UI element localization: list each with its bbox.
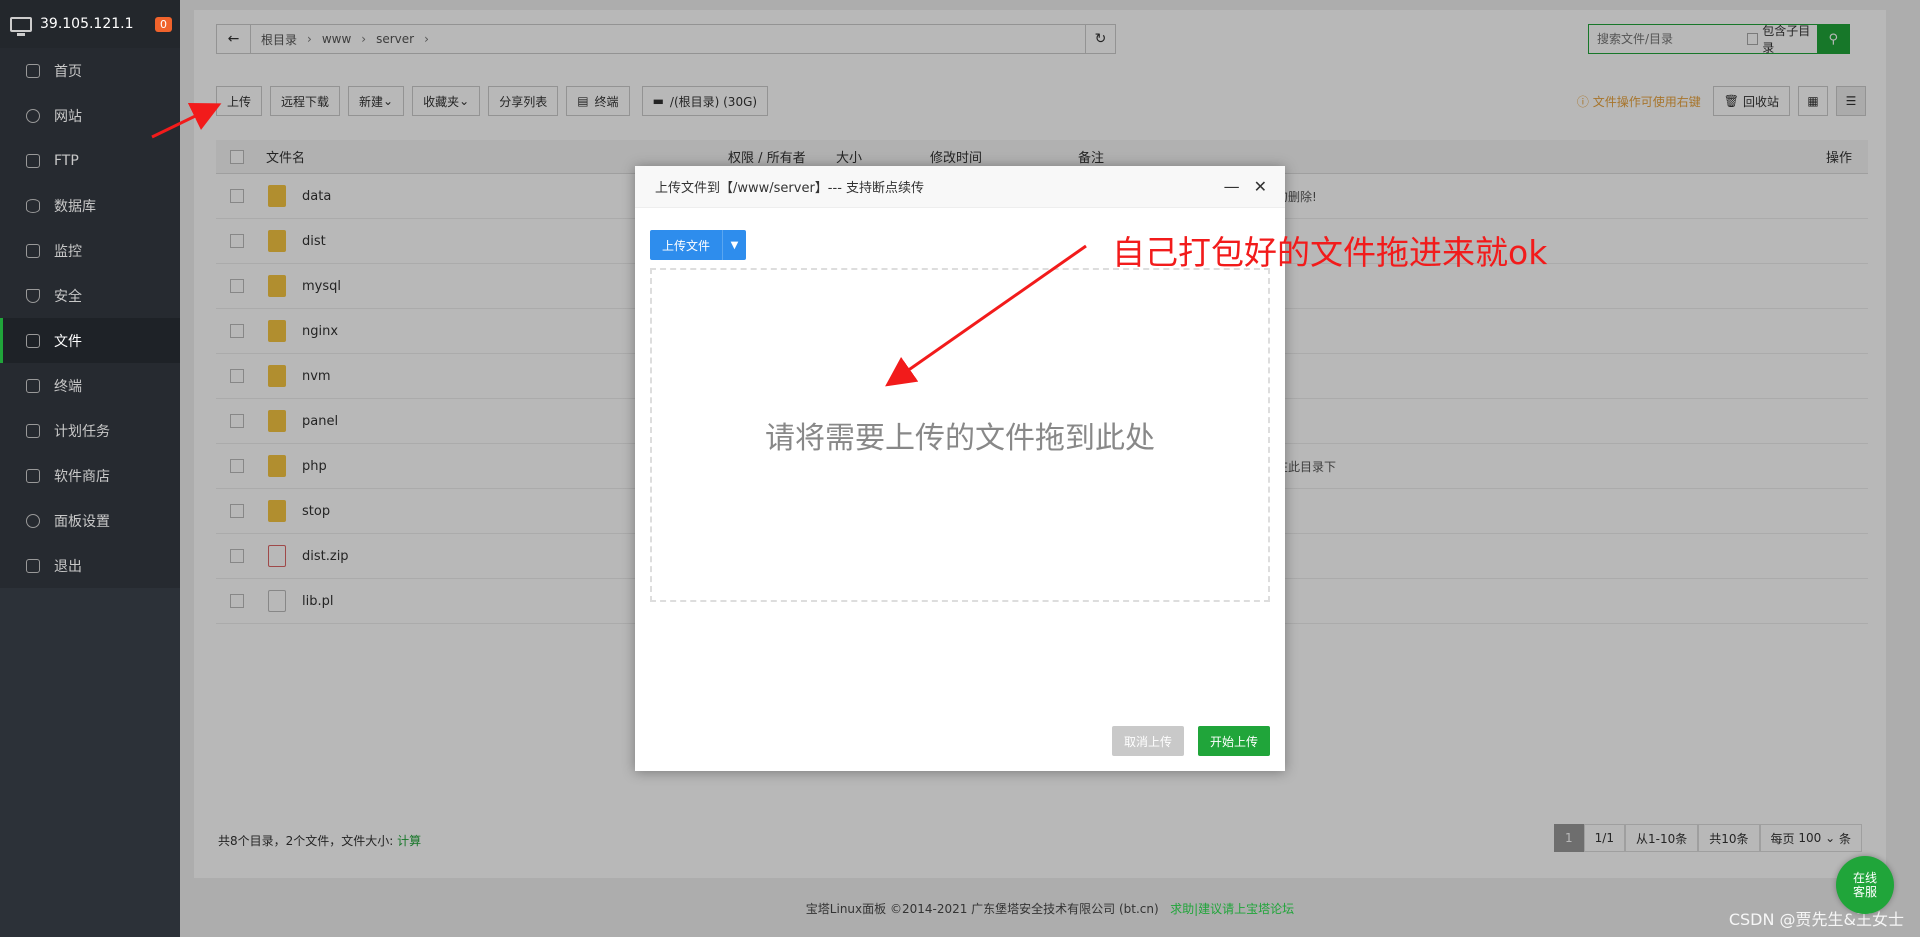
sidebar-item-label: FTP [54, 152, 79, 169]
server-ip: 39.105.121.1 [40, 16, 134, 32]
sidebar-item-home[interactable]: 首页 [0, 48, 180, 93]
database-icon [26, 198, 40, 213]
sidebar-item-label: 软件商店 [54, 468, 110, 485]
ftp-icon [26, 153, 40, 168]
drop-zone-text: 请将需要上传的文件拖到此处 [765, 421, 1155, 456]
sidebar: 39.105.121.1 0 首页 网站 FTP 数据库 监控 安全 文件 终端… [0, 0, 180, 937]
shield-icon [26, 288, 40, 303]
service-line2: 客服 [1852, 885, 1877, 899]
sidebar-item-logout[interactable]: 退出 [0, 543, 180, 588]
sidebar-item-store[interactable]: 软件商店 [0, 453, 180, 498]
monitor-icon [10, 16, 32, 36]
sidebar-item-label: 数据库 [54, 198, 96, 215]
sidebar-item-label: 首页 [54, 63, 82, 80]
sidebar-menu: 首页 网站 FTP 数据库 监控 安全 文件 终端 计划任务 软件商店 面板设置… [0, 48, 180, 588]
sidebar-item-label: 终端 [54, 378, 82, 395]
sidebar-item-label: 安全 [54, 288, 82, 305]
sidebar-item-monitor[interactable]: 监控 [0, 228, 180, 273]
dialog-title: 上传文件到【/www/server】--- 支持断点续传 [655, 181, 925, 196]
sidebar-item-ftp[interactable]: FTP [0, 138, 180, 183]
sidebar-item-database[interactable]: 数据库 [0, 183, 180, 228]
gear-icon [26, 513, 40, 528]
home-icon [26, 63, 40, 78]
online-service-button[interactable]: 在线 客服 [1836, 856, 1894, 914]
logout-icon [26, 558, 40, 573]
notification-badge[interactable]: 0 [155, 16, 172, 32]
dialog-actions: 取消上传 开始上传 [1111, 726, 1270, 756]
sidebar-item-label: 监控 [54, 243, 82, 260]
upload-dropdown-toggle[interactable]: ▼ [722, 230, 747, 260]
server-header[interactable]: 39.105.121.1 0 [0, 0, 180, 48]
sidebar-item-cron[interactable]: 计划任务 [0, 408, 180, 453]
forum-link[interactable]: 求助|建议请上宝塔论坛 [1170, 902, 1294, 916]
globe-icon [26, 108, 40, 123]
start-upload-button[interactable]: 开始上传 [1197, 726, 1270, 756]
monitor-chart-icon [26, 243, 40, 258]
folder-icon [26, 333, 40, 348]
upload-file-button[interactable]: 上传文件 [650, 230, 723, 260]
grid-icon [26, 468, 40, 483]
minimize-icon[interactable]: — [1224, 177, 1240, 196]
dialog-header: 上传文件到【/www/server】--- 支持断点续传 — ✕ [635, 166, 1285, 208]
copyright-text: 宝塔Linux面板 ©2014-2021 广东堡塔安全技术有限公司 (bt.cn… [805, 902, 1159, 916]
cancel-upload-button[interactable]: 取消上传 [1111, 726, 1184, 756]
sidebar-item-settings[interactable]: 面板设置 [0, 498, 180, 543]
sidebar-item-label: 计划任务 [54, 423, 110, 440]
sidebar-item-security[interactable]: 安全 [0, 273, 180, 318]
sidebar-item-terminal[interactable]: 终端 [0, 363, 180, 408]
calendar-icon [26, 423, 40, 438]
drop-zone[interactable]: 请将需要上传的文件拖到此处 [650, 268, 1270, 602]
sidebar-item-files[interactable]: 文件 [0, 318, 180, 363]
close-icon[interactable]: ✕ [1254, 177, 1267, 196]
caret-down-icon: ▼ [730, 239, 739, 251]
upload-file-button-group: 上传文件 ▼ [650, 230, 747, 260]
sidebar-item-label: 面板设置 [54, 513, 110, 530]
service-line1: 在线 [1852, 871, 1877, 885]
terminal-icon [26, 378, 40, 393]
sidebar-item-website[interactable]: 网站 [0, 93, 180, 138]
sidebar-item-label: 网站 [54, 108, 82, 125]
annotation-text: 自己打包好的文件拖进来就ok [1112, 233, 1548, 272]
sidebar-item-label: 文件 [54, 333, 82, 350]
copyright: 宝塔Linux面板 ©2014-2021 广东堡塔安全技术有限公司 (bt.cn… [180, 900, 1920, 917]
sidebar-item-label: 退出 [54, 558, 82, 575]
